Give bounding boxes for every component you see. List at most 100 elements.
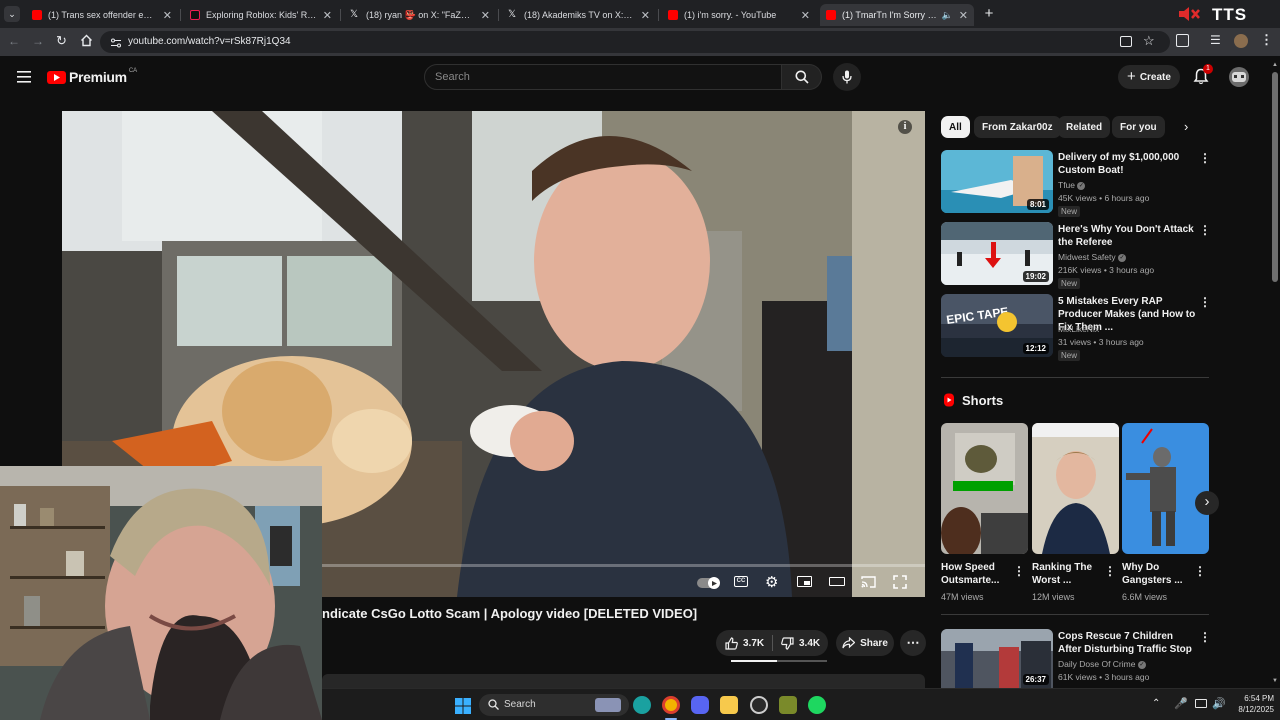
profile-avatar[interactable]	[1234, 34, 1248, 48]
share-button[interactable]: Share	[836, 630, 894, 656]
close-tab-icon[interactable]: ✕	[163, 9, 172, 22]
video-title[interactable]: Here's Why You Don't Attack the Referee	[1058, 223, 1196, 249]
close-tab-icon[interactable]: ✕	[481, 9, 490, 22]
youtube-logo[interactable]: Premium CA	[47, 68, 137, 86]
channel-name[interactable]: MixLikeNix	[1058, 324, 1099, 334]
short-title[interactable]: How Speed Outsmarte...	[941, 561, 1011, 587]
theater-mode-icon[interactable]	[829, 577, 845, 586]
short-thumbnail[interactable]	[941, 423, 1028, 554]
hamburger-menu-icon[interactable]	[17, 70, 31, 83]
voice-search-button[interactable]	[833, 63, 861, 91]
microphone-tray-icon[interactable]: 🎤	[1174, 697, 1188, 710]
scrollbar-up-arrow-icon[interactable]: ▲	[1272, 62, 1278, 68]
info-card-icon[interactable]: i	[898, 120, 912, 134]
short-title[interactable]: Why Do Gangsters ...	[1122, 561, 1192, 587]
description-box[interactable]	[322, 674, 925, 688]
display-tray-icon[interactable]	[1195, 699, 1207, 708]
browser-tab-active[interactable]: (1) TmarTn I'm Sorry [REUPL 🔈 ✕	[820, 4, 974, 26]
dislike-button[interactable]: 3.4K	[773, 636, 820, 650]
channel-name[interactable]: Daily Dose Of Crime ✓	[1058, 659, 1146, 669]
more-options-icon[interactable]: ⋮	[1199, 223, 1211, 237]
browser-tab[interactable]: Exploring Roblox: Kids' Reactio ✕	[184, 4, 338, 26]
close-tab-icon[interactable]: ✕	[801, 9, 810, 22]
edge-browser-icon[interactable]	[633, 696, 651, 714]
browser-tab[interactable]: (1) i'm sorry. - YouTube ✕	[662, 4, 816, 26]
scrollbar-down-arrow-icon[interactable]: ▼	[1272, 678, 1278, 684]
file-explorer-icon[interactable]	[720, 696, 738, 714]
short-title[interactable]: Ranking The Worst ...	[1032, 561, 1102, 587]
search-input[interactable]: Search	[424, 64, 782, 90]
reload-icon[interactable]: ↻	[56, 33, 67, 49]
video-title[interactable]: Delivery of my $1,000,000 Custom Boat!	[1058, 151, 1196, 177]
chip-related[interactable]: Related	[1058, 116, 1111, 138]
shorts-next-button[interactable]: ›	[1195, 491, 1219, 515]
chrome-browser-icon[interactable]	[662, 696, 680, 714]
back-icon[interactable]: ←	[8, 34, 20, 48]
short-views: 47M views	[941, 592, 984, 602]
bookmark-star-icon[interactable]: ☆	[1143, 33, 1155, 49]
settings-gear-icon[interactable]: ⚙	[765, 573, 778, 591]
more-options-icon[interactable]: ⋮	[1199, 151, 1211, 165]
short-thumbnail[interactable]	[1122, 423, 1209, 554]
cast-icon[interactable]	[861, 575, 876, 588]
browser-menu-icon[interactable]: ⋮	[1260, 32, 1273, 48]
close-tab-icon[interactable]: ✕	[959, 9, 968, 22]
new-tab-button[interactable]: +	[980, 5, 998, 23]
obs-studio-icon[interactable]	[750, 696, 768, 714]
windows-start-icon[interactable]	[455, 698, 471, 714]
taskbar-search-box[interactable]: Search	[479, 694, 629, 716]
browser-tab[interactable]: 𝕏 (18) Akademiks TV on X: "Kend ✕	[502, 4, 656, 26]
chip-from-channel[interactable]: From Zakar00z	[974, 116, 1061, 138]
address-bar[interactable]: youtube.com/watch?v=rSk87Rj1Q34 ☆	[100, 31, 1170, 53]
more-options-icon[interactable]: ⋮	[1199, 295, 1211, 309]
video-thumbnail[interactable]: 26:37	[941, 629, 1053, 688]
taskbar-clock[interactable]: 6:54 PM 8/12/2025	[1228, 693, 1274, 715]
game-launcher-icon[interactable]	[779, 696, 797, 714]
spotify-icon[interactable]	[808, 696, 826, 714]
forward-icon[interactable]: →	[32, 34, 44, 48]
taskbar-search-label: Search	[504, 699, 536, 710]
cast-icon[interactable]	[1120, 36, 1132, 47]
close-tab-icon[interactable]: ✕	[641, 9, 650, 22]
channel-name[interactable]: Midwest Safety ✓	[1058, 252, 1127, 262]
page-scrollbar[interactable]: ▲ ▼	[1270, 60, 1280, 688]
browser-tab[interactable]: 𝕏 (18) ryan 👺 on X: "FaZe Rug s ✕	[344, 4, 496, 26]
show-hidden-icons-chevron-icon[interactable]: ⌃	[1152, 698, 1160, 709]
chip-all[interactable]: All	[941, 116, 970, 138]
extensions-icon[interactable]	[1176, 34, 1189, 47]
like-button[interactable]: 3.7K	[716, 636, 772, 650]
video-thumbnail[interactable]: 8:01	[941, 150, 1053, 213]
tab-search-dropdown-icon[interactable]: ⌄	[4, 6, 20, 22]
more-options-icon[interactable]: ⋮	[1199, 630, 1211, 644]
fullscreen-icon[interactable]	[893, 575, 907, 589]
video-thumbnail[interactable]: EPIC TAPE 12:12	[941, 294, 1053, 357]
search-icon	[795, 70, 809, 84]
account-avatar[interactable]	[1229, 67, 1249, 87]
video-thumbnail[interactable]: 19:02	[941, 222, 1053, 285]
chips-next-icon[interactable]: ›	[1184, 119, 1188, 134]
video-title[interactable]: Cops Rescue 7 Children After Disturbing …	[1058, 630, 1196, 656]
discord-icon[interactable]	[691, 696, 709, 714]
channel-name[interactable]: Tfue ✓	[1058, 180, 1086, 190]
more-options-icon[interactable]: ⋮	[1194, 564, 1206, 578]
more-options-icon[interactable]: ⋮	[1104, 564, 1116, 578]
notifications-button[interactable]: 1	[1193, 64, 1213, 86]
video-progress-bar[interactable]	[322, 564, 925, 567]
close-tab-icon[interactable]: ✕	[323, 9, 332, 22]
home-icon[interactable]	[80, 34, 93, 47]
create-button[interactable]: + Create	[1118, 65, 1180, 89]
search-button[interactable]	[782, 64, 822, 90]
miniplayer-icon[interactable]	[797, 576, 812, 587]
media-controls-icon[interactable]: ☰	[1210, 33, 1221, 47]
chip-for-you[interactable]: For you	[1112, 116, 1165, 138]
volume-tray-icon[interactable]: 🔊	[1212, 697, 1226, 710]
scrollbar-thumb[interactable]	[1272, 72, 1278, 282]
subtitles-icon[interactable]: CC	[734, 576, 748, 587]
audio-playing-icon[interactable]: 🔈	[942, 10, 953, 21]
site-info-icon[interactable]	[110, 36, 122, 48]
more-options-icon[interactable]: ⋮	[1013, 564, 1025, 578]
autoplay-toggle[interactable]	[697, 577, 720, 589]
more-actions-button[interactable]: ⋯	[900, 630, 926, 656]
browser-tab[interactable]: (1) Trans sex offender escapes p ✕	[26, 4, 178, 26]
short-thumbnail[interactable]	[1032, 423, 1119, 554]
